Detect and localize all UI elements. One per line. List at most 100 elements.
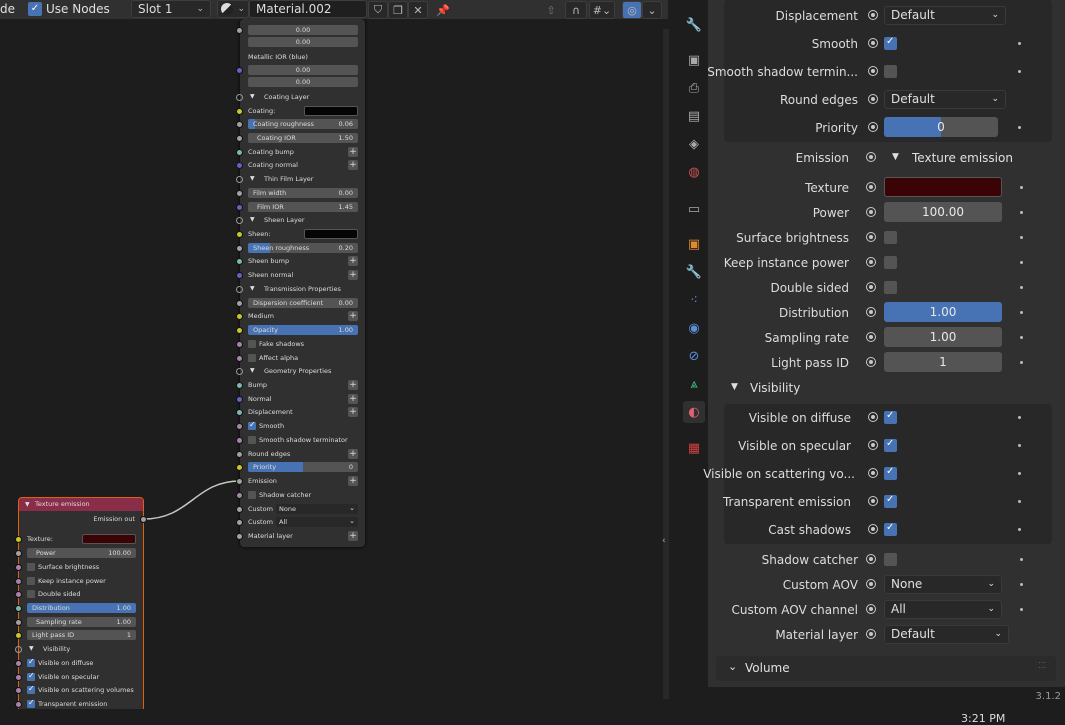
socket[interactable]	[15, 605, 22, 612]
collapse-triangle-icon[interactable]: ▼	[25, 498, 30, 511]
visible-on-diffuse-checkbox[interactable]	[884, 410, 897, 424]
keyframe-dot-icon[interactable]	[868, 66, 878, 76]
add-icon[interactable]: +	[348, 256, 358, 266]
decorator-dot-icon[interactable]	[1018, 70, 1021, 73]
socket[interactable]	[236, 231, 243, 238]
keyframe-dot-icon[interactable]	[868, 524, 878, 534]
visible-on-diffuse-checkbox[interactable]	[27, 657, 35, 667]
node-editor-canvas[interactable]: 0.00 0.00 Metallic IOR (blue) 0.00 0.00 …	[0, 19, 668, 709]
keep-instance-power-checkbox[interactable]	[27, 577, 35, 585]
value-field[interactable]: 0.00	[248, 77, 358, 87]
slot-dropdown[interactable]: Slot 1 ⌄	[131, 0, 211, 18]
socket[interactable]	[15, 687, 22, 694]
unlink-close-icon[interactable]: ✕	[408, 1, 428, 19]
keyframe-dot-icon[interactable]	[868, 412, 878, 422]
collapse-chevron-icon[interactable]: ‹	[662, 536, 666, 546]
triangle-down-icon[interactable]: ▼	[892, 152, 899, 162]
socket[interactable]	[236, 217, 243, 224]
material-layer-dropdown[interactable]: Default ⌄	[884, 625, 1009, 644]
area-separator[interactable]: ‹	[661, 19, 671, 709]
keyframe-dot-icon[interactable]	[868, 94, 878, 104]
add-icon[interactable]: +	[348, 476, 358, 486]
socket[interactable]	[236, 451, 243, 458]
socket[interactable]	[236, 94, 243, 101]
smooth-shadow-terminator-checkbox[interactable]	[884, 65, 897, 78]
keyframe-dot-icon[interactable]	[866, 357, 876, 367]
socket[interactable]	[236, 355, 243, 362]
sampling-rate-field[interactable]: Sampling rate 1.00	[27, 617, 136, 627]
visible-on-specular-checkbox[interactable]	[27, 671, 35, 681]
round-edges-dropdown[interactable]: Default ⌄	[884, 90, 1006, 109]
socket[interactable]	[15, 564, 22, 571]
decorator-dot-icon[interactable]	[1020, 286, 1023, 289]
output-socket[interactable]	[140, 516, 147, 523]
volume-panel-header[interactable]: ⌄ Volume ⁚⁚⁚	[716, 656, 1056, 681]
socket[interactable]	[236, 437, 243, 444]
duplicate-material-icon[interactable]: ❐	[388, 1, 408, 19]
decorator-dot-icon[interactable]	[1020, 211, 1023, 214]
panel-geometry-properties[interactable]: ▼ Geometry Properties	[236, 366, 365, 377]
distribution-field[interactable]: Distribution 1.00	[27, 603, 136, 613]
parent-node-tree-icon[interactable]: ⇧	[540, 1, 562, 19]
collection-icon[interactable]: ▭	[683, 198, 705, 220]
value-field[interactable]: 0.00	[248, 25, 358, 35]
socket[interactable]	[236, 396, 243, 403]
visible-on-specular-checkbox[interactable]	[884, 438, 897, 452]
coating-roughness-field[interactable]: Coating roughness 0.06	[248, 119, 358, 129]
material-icon[interactable]: ◐	[683, 401, 705, 423]
scene-icon[interactable]: ◈	[683, 133, 705, 155]
value-field[interactable]: 0.00	[248, 65, 358, 75]
surface-brightness-checkbox[interactable]	[884, 231, 897, 244]
keyframe-dot-icon[interactable]	[866, 629, 876, 639]
keyframe-dot-icon[interactable]	[866, 579, 876, 589]
double-sided-checkbox[interactable]	[884, 281, 897, 294]
add-icon[interactable]: +	[348, 311, 358, 321]
socket[interactable]	[236, 27, 243, 34]
keyframe-dot-icon[interactable]	[868, 122, 878, 132]
surface-brightness-checkbox[interactable]	[27, 563, 35, 571]
keyframe-dot-icon[interactable]	[866, 307, 876, 317]
keyframe-dot-icon[interactable]	[868, 38, 878, 48]
texture-color-swatch[interactable]	[82, 534, 136, 544]
decorator-dot-icon[interactable]	[1018, 126, 1021, 129]
keyframe-dot-icon[interactable]	[866, 257, 876, 267]
socket[interactable]	[15, 632, 22, 639]
decorator-dot-icon[interactable]	[1018, 42, 1021, 45]
use-nodes-checkbox[interactable]	[28, 2, 42, 16]
add-icon[interactable]: +	[348, 147, 358, 157]
add-icon[interactable]: +	[348, 449, 358, 459]
film-ior-field[interactable]: Film IOR 1.45	[248, 202, 358, 212]
socket[interactable]	[15, 591, 22, 598]
socket[interactable]	[236, 67, 243, 74]
material-name-field[interactable]: Material.002	[249, 0, 367, 18]
keyframe-dot-icon[interactable]	[866, 232, 876, 242]
socket[interactable]	[236, 190, 243, 197]
keyframe-dot-icon[interactable]	[868, 440, 878, 450]
keep-instance-power-checkbox[interactable]	[884, 256, 897, 269]
displacement-dropdown[interactable]: Default ⌄	[884, 6, 1006, 25]
value-field[interactable]: 0.00	[248, 37, 358, 47]
object-data-icon[interactable]: ⩓	[683, 373, 705, 395]
decorator-dot-icon[interactable]	[1018, 528, 1021, 531]
socket[interactable]	[236, 176, 243, 183]
socket[interactable]	[15, 674, 22, 681]
socket[interactable]	[236, 519, 243, 526]
socket[interactable]	[236, 327, 243, 334]
overlays-icon[interactable]: ◎	[622, 1, 642, 19]
add-icon[interactable]: +	[348, 160, 358, 170]
drag-handle-icon[interactable]: ⁚⁚⁚	[1038, 661, 1046, 670]
keyframe-dot-icon[interactable]	[866, 152, 876, 162]
texture-checker-icon[interactable]: ▦	[683, 437, 705, 459]
priority-field[interactable]: 0	[884, 117, 998, 137]
pin-icon[interactable]: 📌	[433, 1, 453, 19]
texture-emission-panel-header[interactable]: Texture emission	[912, 151, 1013, 165]
decorator-dot-icon[interactable]	[1020, 361, 1023, 364]
add-icon[interactable]: +	[348, 407, 358, 417]
smooth-checkbox[interactable]	[248, 420, 256, 430]
fake-user-shield-icon[interactable]: ⛉	[368, 1, 388, 19]
light-pass-id-field[interactable]: 1	[884, 352, 1002, 372]
panel-sheen-layer[interactable]: ▼ Sheen Layer	[236, 215, 365, 226]
socket[interactable]	[236, 108, 243, 115]
panel-visibility[interactable]: ▼ Visibility	[15, 644, 143, 655]
custom-aov-channel-dropdown[interactable]: All ⌄	[884, 600, 1002, 619]
